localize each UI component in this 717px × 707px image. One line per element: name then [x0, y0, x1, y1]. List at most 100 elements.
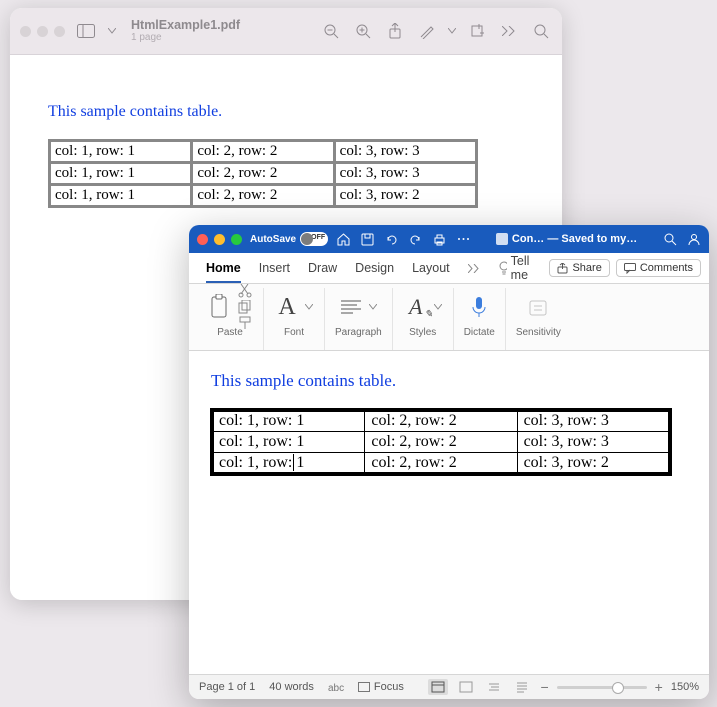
crop-icon[interactable]: [466, 20, 488, 42]
more-icon[interactable]: [498, 20, 520, 42]
traffic-close[interactable]: [20, 26, 31, 37]
paste-icon[interactable]: [207, 294, 233, 320]
account-icon[interactable]: [687, 232, 701, 246]
copy-icon[interactable]: [237, 300, 253, 314]
tab-design[interactable]: Design: [346, 253, 403, 283]
zoom-out-icon[interactable]: [320, 20, 342, 42]
focus-mode[interactable]: Focus: [358, 681, 404, 693]
spellcheck-icon[interactable]: abc: [328, 681, 344, 693]
cell: col: 2, row: 2: [192, 141, 333, 162]
home-icon[interactable]: [336, 232, 350, 246]
cell[interactable]: col: 3, row: 3: [517, 432, 670, 453]
group-label: Paragraph: [335, 327, 382, 338]
comments-button[interactable]: Comments: [616, 259, 701, 277]
window-traffic-lights[interactable]: [20, 26, 65, 37]
traffic-zoom[interactable]: [231, 234, 242, 245]
zoom-in-icon[interactable]: [352, 20, 374, 42]
share-button[interactable]: Share: [549, 259, 609, 277]
cell: col: 1, row: 1: [50, 141, 191, 162]
tab-draw[interactable]: Draw: [299, 253, 346, 283]
zoom-in-button[interactable]: +: [655, 679, 663, 695]
view-print-icon[interactable]: [428, 679, 448, 695]
view-draft-icon[interactable]: [512, 679, 532, 695]
ribbon-group-clipboard: Paste: [197, 288, 264, 350]
cell[interactable]: col: 1, row: 1: [212, 410, 365, 432]
tab-insert[interactable]: Insert: [250, 253, 299, 283]
undo-icon[interactable]: [384, 232, 398, 246]
status-page[interactable]: Page 1 of 1: [199, 681, 255, 693]
dropdown-icon[interactable]: [433, 294, 443, 320]
markup-icon[interactable]: [416, 20, 438, 42]
cell[interactable]: col: 2, row: 2: [365, 453, 517, 475]
word-table[interactable]: col: 1, row: 1col: 2, row: 2col: 3, row:…: [211, 409, 671, 475]
traffic-minimize[interactable]: [214, 234, 225, 245]
dropdown-icon[interactable]: [368, 294, 378, 320]
traffic-close[interactable]: [197, 234, 208, 245]
search-icon[interactable]: [663, 232, 677, 246]
ellipsis-icon[interactable]: [456, 232, 470, 246]
share-icon[interactable]: [384, 20, 406, 42]
view-outline-icon[interactable]: [484, 679, 504, 695]
table-row: col: 1, row: 1col: 2, row: 2col: 3, row:…: [50, 185, 476, 206]
tab-home[interactable]: Home: [197, 253, 250, 283]
cell[interactable]: col: 2, row: 2: [365, 410, 517, 432]
view-web-icon[interactable]: [456, 679, 476, 695]
cell[interactable]: col: 3, row: 3: [517, 410, 670, 432]
toggle-switch[interactable]: OFF: [300, 232, 328, 246]
pdf-toolbar: HtmlExample1.pdf 1 page: [10, 8, 562, 55]
quick-access-toolbar: [336, 232, 470, 246]
table-row: col: 1, row: 1col: 2, row: 2col: 3, row:…: [50, 163, 476, 184]
ribbon-tabs: Home Insert Draw Design Layout Tell me S…: [189, 253, 709, 284]
word-window: AutoSave OFF Con… — Saved to my… Home In…: [189, 225, 709, 699]
save-icon[interactable]: [360, 232, 374, 246]
table-row: col: 1, row: 1col: 2, row: 2col: 3, row:…: [212, 410, 670, 432]
redo-icon[interactable]: [408, 232, 422, 246]
dropdown2-toggle-icon[interactable]: [448, 20, 456, 42]
cell: col: 2, row: 2: [192, 185, 333, 206]
cell[interactable]: col: 2, row: 2: [365, 432, 517, 453]
document-title: Con… — Saved to my…: [478, 233, 655, 245]
word-statusbar: Page 1 of 1 40 words abc Focus − + 150%: [189, 674, 709, 699]
document-name: Con… — Saved to my…: [512, 233, 637, 245]
dropdown-toggle-icon[interactable]: [107, 20, 117, 42]
print-icon[interactable]: [432, 232, 446, 246]
cell: col: 1, row: 1: [50, 163, 191, 184]
search-icon[interactable]: [530, 20, 552, 42]
dropdown-icon[interactable]: [304, 294, 314, 320]
sidebar-toggle-icon[interactable]: [75, 20, 97, 42]
cell[interactable]: col: 3, row: 2: [517, 453, 670, 475]
status-words[interactable]: 40 words: [269, 681, 314, 693]
sensitivity-icon: [525, 294, 551, 320]
tab-layout[interactable]: Layout: [403, 253, 459, 283]
window-traffic-lights[interactable]: [197, 234, 242, 245]
table-row: col: 1, row: 1col: 2, row: 2col: 3, row:…: [212, 432, 670, 453]
cell: col: 3, row: 2: [335, 185, 476, 206]
comment-icon: [624, 263, 636, 274]
ribbon: Paste A Font Paragraph A✎ Styles: [189, 284, 709, 351]
cut-icon[interactable]: [237, 284, 253, 298]
tabs-overflow-icon[interactable]: [459, 253, 489, 283]
traffic-minimize[interactable]: [37, 26, 48, 37]
group-label: Dictate: [464, 327, 495, 338]
zoom-slider[interactable]: [557, 686, 647, 689]
zoom-out-button[interactable]: −: [540, 679, 548, 695]
focus-icon: [358, 682, 370, 692]
word-titlebar: AutoSave OFF Con… — Saved to my…: [189, 225, 709, 253]
styles-icon[interactable]: A✎: [403, 294, 429, 320]
word-document[interactable]: This sample contains table. col: 1, row:…: [189, 351, 709, 674]
zoom-level[interactable]: 150%: [671, 681, 699, 693]
cell: col: 2, row: 2: [192, 163, 333, 184]
pdf-title-block: HtmlExample1.pdf 1 page: [131, 19, 240, 44]
ribbon-group-dictate: Dictate: [454, 288, 506, 350]
font-icon[interactable]: A: [274, 294, 300, 320]
tell-me[interactable]: Tell me: [489, 253, 550, 283]
autosave-toggle[interactable]: AutoSave OFF: [250, 232, 328, 246]
traffic-zoom[interactable]: [54, 26, 65, 37]
ribbon-group-font: A Font: [264, 288, 325, 350]
cell[interactable]: col: 1, row: 1: [212, 432, 365, 453]
pdf-file-name: HtmlExample1.pdf: [131, 19, 240, 32]
word-heading: This sample contains table.: [211, 371, 687, 391]
dictate-icon[interactable]: [466, 294, 492, 320]
cell[interactable]: col: 1, row: 1: [212, 453, 365, 475]
paragraph-icon[interactable]: [338, 294, 364, 320]
